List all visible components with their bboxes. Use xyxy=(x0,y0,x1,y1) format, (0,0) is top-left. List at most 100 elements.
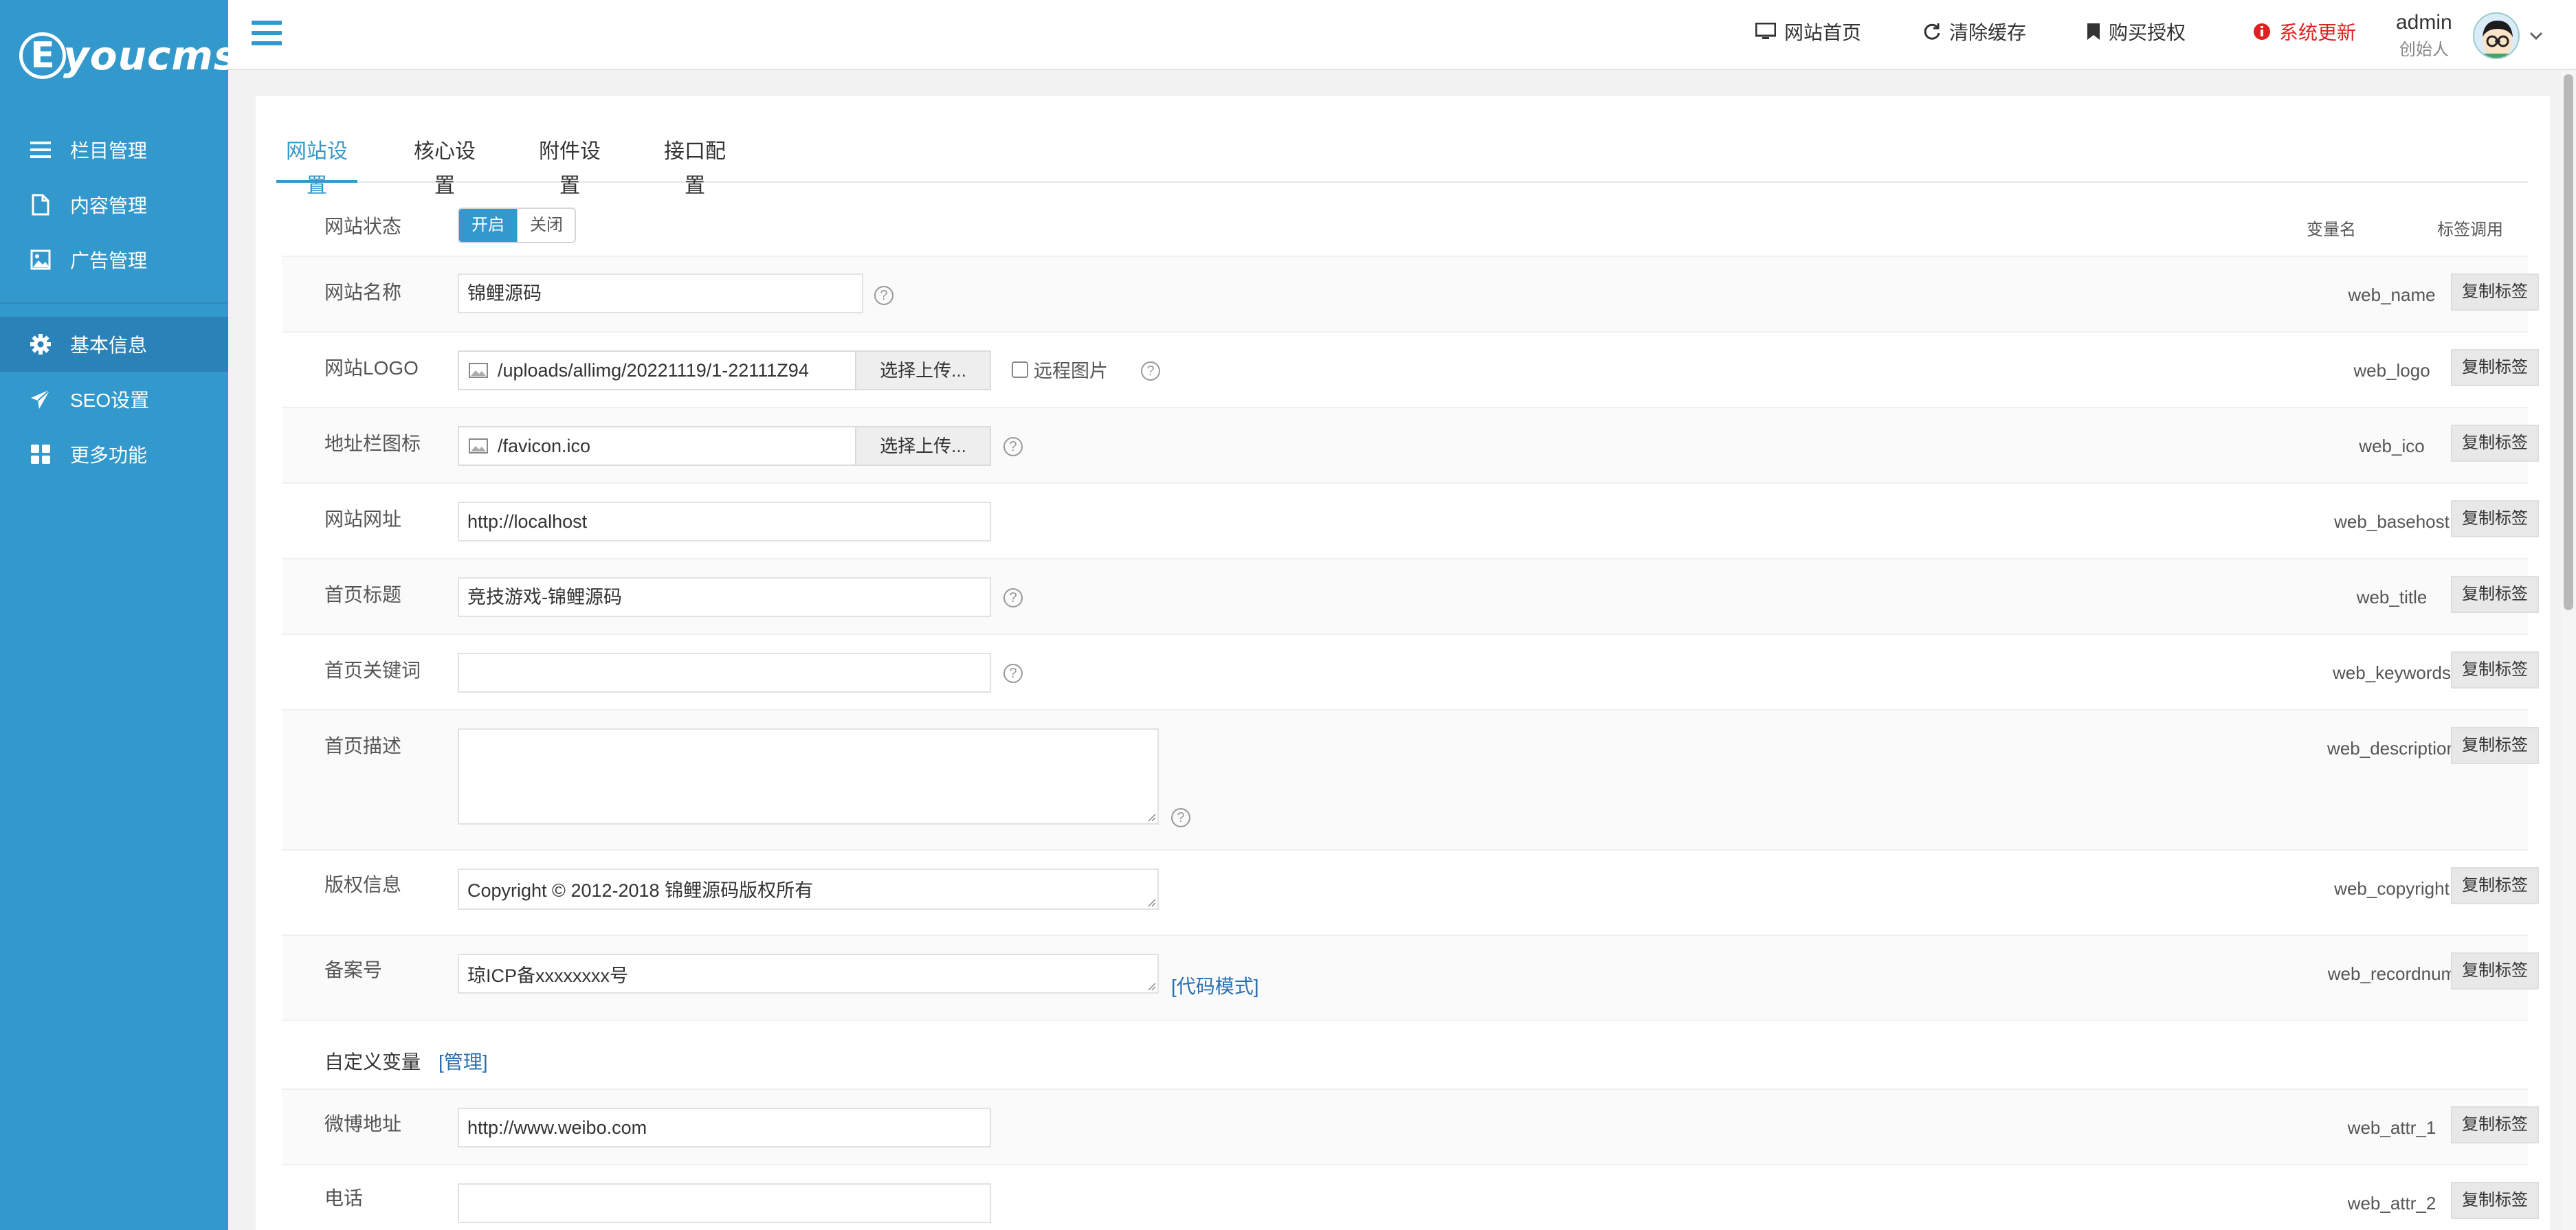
favicon-upload-group: /favicon.ico 选择上传... xyxy=(458,426,991,466)
user-role: 创始人 xyxy=(2399,41,2449,59)
field-label: 网站状态 xyxy=(324,216,402,237)
site-status-toggle[interactable]: 开启 关闭 xyxy=(458,208,576,243)
row-web-attr-2: 电话 web_attr_2 复制标签 xyxy=(282,1165,2539,1230)
document-icon xyxy=(29,193,52,216)
help-icon[interactable]: ? xyxy=(1003,588,1023,607)
sidebar-item-ad-management[interactable]: 广告管理 xyxy=(0,232,228,287)
copy-tag-button[interactable]: 复制标签 xyxy=(2451,500,2539,537)
help-icon[interactable]: ? xyxy=(1141,361,1160,381)
row-web-ico: 地址栏图标 /favicon.ico 选择上传... ? web_ico 复制标… xyxy=(282,408,2539,484)
row-web-copyright: 版权信息 Copyright © 2012-2018 锦鲤源码版权所有 web_… xyxy=(282,851,2539,936)
row-web-description: 首页描述 ? web_description 复制标签 xyxy=(282,711,2539,851)
logo-upload-group: /uploads/allimg/20221119/1-22111Z94 选择上传… xyxy=(458,350,991,390)
sidebar-item-content-management[interactable]: 内容管理 xyxy=(0,177,228,232)
code-mode-link[interactable]: [代码模式] xyxy=(1171,972,1259,999)
clear-cache-link[interactable]: 清除缓存 xyxy=(1923,19,2026,44)
page-scrollbar[interactable] xyxy=(2561,70,2576,1230)
tab-api-config[interactable]: 接口配置 xyxy=(654,135,735,197)
copy-tag-button[interactable]: 复制标签 xyxy=(2451,727,2539,764)
field-label: 备案号 xyxy=(324,959,383,981)
help-icon[interactable]: ? xyxy=(1171,808,1190,827)
column-header-tag: 标签调用 xyxy=(2437,221,2503,239)
site-home-link[interactable]: 网站首页 xyxy=(1755,19,1861,44)
sidebar-item-seo-settings[interactable]: SEO设置 xyxy=(0,372,228,427)
row-web-name: 网站名称 锦鲤源码 ? web_name 复制标签 xyxy=(282,257,2539,333)
logo-upload-button[interactable]: 选择上传... xyxy=(855,352,990,389)
scrollbar-thumb[interactable] xyxy=(2564,74,2573,610)
resize-handle-icon[interactable] xyxy=(1146,981,1156,991)
buy-license-link[interactable]: 购买授权 xyxy=(2087,19,2186,44)
sidebar-item-basic-info[interactable]: 基本信息 xyxy=(0,317,228,372)
sidebar-item-label: 基本信息 xyxy=(70,335,148,356)
help-icon[interactable]: ? xyxy=(1003,664,1023,683)
status-off-option[interactable]: 关闭 xyxy=(517,209,575,242)
custom-variables-heading: 自定义变量 xyxy=(324,1051,421,1073)
sidebar-item-column-management[interactable]: 栏目管理 xyxy=(0,122,228,177)
copy-tag-button[interactable]: 复制标签 xyxy=(2451,273,2539,311)
copy-tag-button[interactable]: 复制标签 xyxy=(2451,1182,2539,1219)
tab-core-settings[interactable]: 核心设置 xyxy=(404,135,485,197)
site-home-label: 网站首页 xyxy=(1784,22,1862,43)
list-icon xyxy=(29,138,52,161)
user-info[interactable]: admin 创始人 xyxy=(2396,11,2452,60)
copy-tag-button[interactable]: 复制标签 xyxy=(2451,349,2539,386)
tab-attachment-settings[interactable]: 附件设置 xyxy=(529,135,610,197)
logo-text: youcms xyxy=(63,32,238,79)
grid-icon xyxy=(29,443,52,466)
tab-site-settings[interactable]: 网站设置 xyxy=(276,135,357,197)
status-on-option[interactable]: 开启 xyxy=(459,209,517,242)
copy-tag-button[interactable]: 复制标签 xyxy=(2451,867,2539,904)
image-file-icon xyxy=(459,427,498,465)
chevron-down-icon[interactable] xyxy=(2529,26,2543,45)
system-update-link[interactable]: 系统更新 xyxy=(2253,19,2356,44)
row-web-attr-1: 微博地址 http://www.weibo.com web_attr_1 复制标… xyxy=(282,1090,2539,1165)
logo-path-input[interactable]: /uploads/allimg/20221119/1-22111Z94 xyxy=(498,352,855,389)
row-web-basehost: 网站网址 http://localhost web_basehost 复制标签 xyxy=(282,484,2539,559)
manage-variables-link[interactable]: [管理] xyxy=(438,1047,488,1075)
bookmark-icon xyxy=(2087,23,2100,41)
help-icon[interactable]: ? xyxy=(1003,437,1023,456)
copy-tag-button[interactable]: 复制标签 xyxy=(2451,576,2539,613)
row-web-logo: 网站LOGO /uploads/allimg/20221119/1-22111Z… xyxy=(282,333,2539,408)
field-label: 微博地址 xyxy=(324,1113,402,1134)
home-description-textarea[interactable] xyxy=(458,728,1159,825)
field-label: 地址栏图标 xyxy=(324,433,421,454)
avatar[interactable] xyxy=(2473,12,2520,59)
help-icon[interactable]: ? xyxy=(874,286,893,305)
top-header: 网站首页 清除缓存 购买授权 系统更新 xyxy=(228,0,2576,70)
copy-tag-button[interactable]: 复制标签 xyxy=(2451,425,2539,462)
sidebar-divider xyxy=(0,302,228,304)
row-web-recordnum: 备案号 琼ICP备xxxxxxxx号 [代码模式] web_recordnum … xyxy=(282,936,2539,1021)
remote-image-label: 远程图片 xyxy=(1034,361,1108,381)
field-label: 网站网址 xyxy=(324,508,402,530)
sidebar-item-label: 内容管理 xyxy=(70,195,148,216)
resize-handle-icon[interactable] xyxy=(1146,897,1156,907)
resize-handle-icon[interactable] xyxy=(1146,812,1156,822)
image-icon xyxy=(29,248,52,271)
gear-icon xyxy=(29,333,52,356)
copy-tag-button[interactable]: 复制标签 xyxy=(2451,1106,2539,1143)
favicon-path-input[interactable]: /favicon.ico xyxy=(498,427,855,465)
sidebar-item-more-features[interactable]: 更多功能 xyxy=(0,427,228,482)
remote-image-option[interactable]: 远程图片 xyxy=(1012,356,1108,383)
copy-tag-button[interactable]: 复制标签 xyxy=(2451,952,2539,989)
sidebar-item-label: 栏目管理 xyxy=(70,140,148,161)
monitor-icon xyxy=(1755,23,1776,41)
record-number-textarea[interactable]: 琼ICP备xxxxxxxx号 xyxy=(458,954,1159,994)
web-name-input[interactable]: 锦鲤源码 xyxy=(458,273,863,313)
site-url-input[interactable]: http://localhost xyxy=(458,502,991,541)
weibo-url-input[interactable]: http://www.weibo.com xyxy=(458,1108,991,1148)
favicon-upload-button[interactable]: 选择上传... xyxy=(855,427,990,465)
field-label: 网站名称 xyxy=(324,282,402,303)
system-update-label: 系统更新 xyxy=(2279,22,2357,43)
remote-image-checkbox[interactable] xyxy=(1012,361,1028,378)
copyright-textarea[interactable]: Copyright © 2012-2018 锦鲤源码版权所有 xyxy=(458,869,1159,910)
copy-tag-button[interactable]: 复制标签 xyxy=(2451,651,2539,689)
home-keywords-input[interactable] xyxy=(458,653,991,693)
sidebar-item-label: SEO设置 xyxy=(70,390,150,411)
menu-toggle-icon[interactable] xyxy=(252,21,282,48)
logo[interactable]: E youcms xyxy=(19,32,238,80)
clear-cache-label: 清除缓存 xyxy=(1949,22,2027,43)
phone-input[interactable] xyxy=(458,1183,991,1223)
home-title-input[interactable]: 竞技游戏-锦鲤源码 xyxy=(458,577,991,617)
